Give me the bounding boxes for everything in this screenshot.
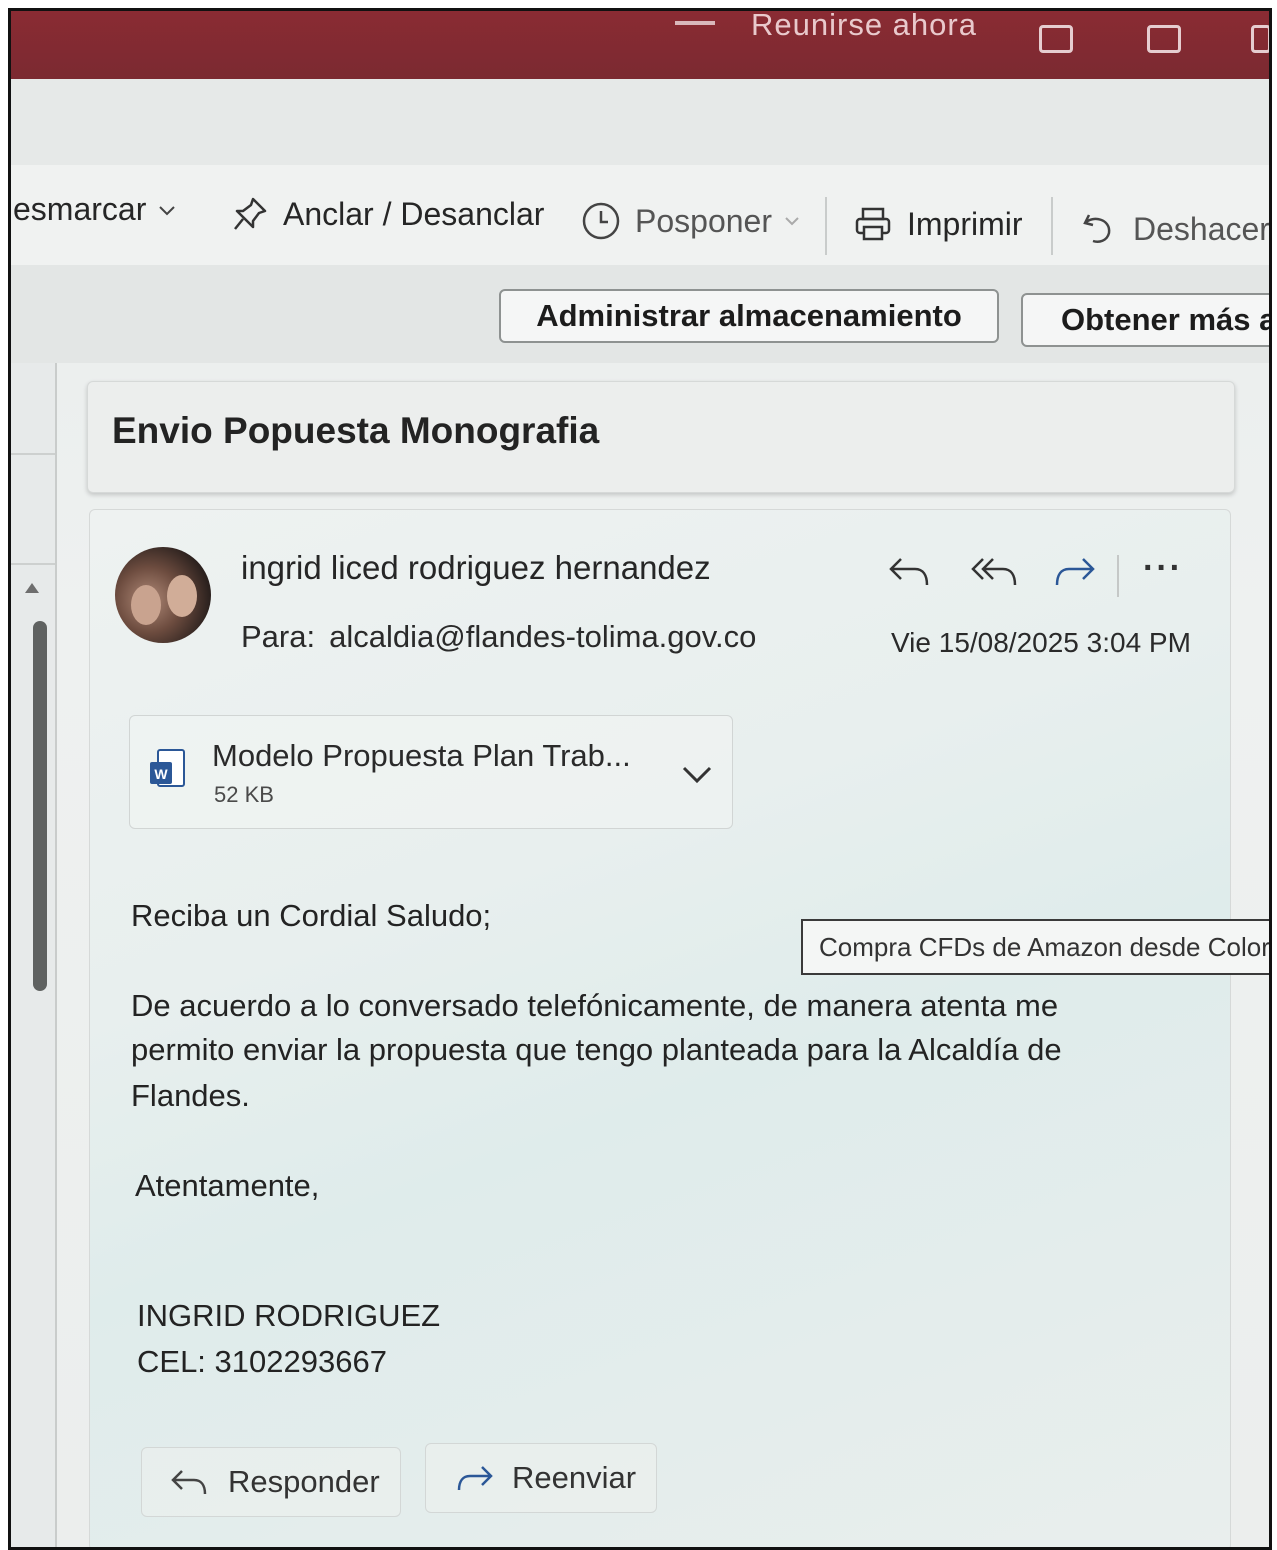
printer-icon bbox=[855, 207, 891, 241]
message-date: Vie 15/08/2025 3:04 PM bbox=[891, 627, 1191, 658]
sender-avatar[interactable] bbox=[115, 547, 211, 643]
reply-icon[interactable] bbox=[887, 551, 933, 591]
reply-button[interactable]: Responder bbox=[141, 1447, 401, 1517]
screen-frame: Reunirse ahora esmarcar Anclar / Desancl… bbox=[8, 8, 1272, 1550]
scroll-up-arrow-icon[interactable] bbox=[25, 583, 39, 593]
recipient-line: Para: alcaldia@flandes-tolima.gov.co bbox=[241, 619, 756, 655]
tab-strip bbox=[11, 79, 1269, 165]
list-divider bbox=[11, 563, 55, 565]
meet-now-button[interactable]: Reunirse ahora bbox=[751, 11, 977, 43]
ribbon-divider bbox=[825, 197, 827, 255]
pin-icon bbox=[234, 197, 267, 230]
signature-phone: CEL: 3102293667 bbox=[137, 1344, 387, 1379]
reply-label: Responder bbox=[228, 1464, 380, 1499]
undo-label: Deshacer bbox=[1133, 210, 1270, 247]
to-label: Para: bbox=[241, 619, 316, 654]
sender-name[interactable]: ingrid liced rodriguez hernandez bbox=[241, 549, 711, 587]
pin-button[interactable]: Anclar / Desanclar bbox=[231, 195, 544, 233]
body-line-2: permito enviar la propuesta que tengo pl… bbox=[131, 1032, 1062, 1067]
attachment-size: 52 KB bbox=[214, 782, 274, 807]
forward-icon[interactable] bbox=[1051, 551, 1097, 591]
reply-all-icon[interactable] bbox=[969, 551, 1019, 591]
forward-button[interactable]: Reenviar bbox=[425, 1443, 657, 1513]
body-line-1: De acuerdo a lo conversado telefónicamen… bbox=[131, 988, 1059, 1023]
forward-label: Reenviar bbox=[512, 1460, 637, 1495]
manage-storage-button[interactable]: Administrar almacenamiento bbox=[499, 289, 999, 343]
more-actions-button[interactable]: ··· bbox=[1143, 549, 1183, 588]
print-label: Imprimir bbox=[907, 205, 1023, 242]
attachment-name: Modelo Propuesta Plan Trab... bbox=[212, 738, 631, 773]
app-icon[interactable] bbox=[1251, 25, 1269, 53]
forward-icon bbox=[457, 1466, 493, 1491]
print-button[interactable]: Imprimir bbox=[853, 205, 1023, 243]
outlook-icon[interactable] bbox=[1147, 25, 1181, 53]
chevron-down-icon bbox=[159, 205, 176, 215]
closing-text: Atentamente, bbox=[135, 1168, 320, 1203]
actions-divider bbox=[1117, 555, 1119, 597]
snooze-button[interactable]: Posponer bbox=[581, 201, 816, 241]
teams-icon[interactable] bbox=[1039, 25, 1073, 53]
ad-tooltip: Compra CFDs de Amazon desde Color bbox=[801, 919, 1269, 975]
greeting-text: Reciba un Cordial Saludo; bbox=[131, 898, 492, 933]
subject-header: Envio Popuesta Monografia bbox=[87, 381, 1235, 493]
attachment-card[interactable]: W Modelo Propuesta Plan Trab... 52 KB bbox=[129, 715, 733, 829]
get-more-storage-button[interactable]: Obtener más a bbox=[1021, 293, 1269, 347]
unmark-button[interactable]: esmarcar bbox=[13, 191, 192, 228]
pin-label: Anclar / Desanclar bbox=[283, 195, 545, 232]
scrollbar-thumb[interactable] bbox=[33, 621, 47, 991]
svg-text:W: W bbox=[154, 766, 168, 782]
signature-name: INGRID RODRIGUEZ bbox=[137, 1298, 441, 1333]
undo-icon bbox=[1083, 214, 1111, 243]
chevron-down-icon bbox=[785, 217, 799, 226]
chevron-down-icon[interactable] bbox=[680, 762, 714, 786]
ribbon-divider bbox=[1051, 197, 1053, 255]
clock-icon bbox=[582, 202, 620, 240]
body-line-3: Flandes. bbox=[131, 1078, 250, 1113]
list-divider bbox=[11, 453, 55, 455]
video-icon bbox=[675, 21, 715, 25]
word-document-icon: W bbox=[150, 749, 185, 787]
recipient-address[interactable]: alcaldia@flandes-tolima.gov.co bbox=[329, 619, 756, 654]
title-bar: Reunirse ahora bbox=[11, 11, 1269, 79]
snooze-label: Posponer bbox=[635, 202, 772, 239]
reply-icon bbox=[171, 1470, 207, 1495]
undo-button[interactable]: Deshacer bbox=[1079, 209, 1270, 249]
unmark-label: esmarcar bbox=[13, 191, 147, 227]
message-subject: Envio Popuesta Monografia bbox=[112, 410, 600, 451]
avatar-face bbox=[131, 585, 161, 625]
avatar-face bbox=[167, 575, 197, 617]
